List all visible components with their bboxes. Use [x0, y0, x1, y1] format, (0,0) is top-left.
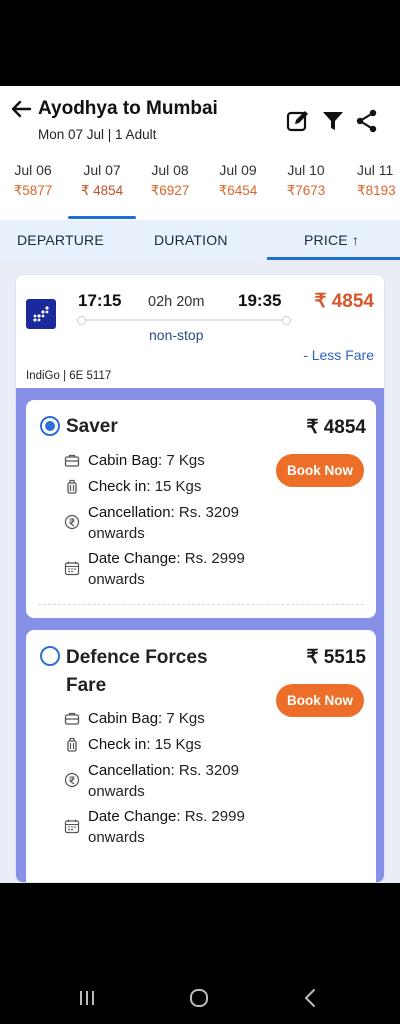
- sort-bar: DEPARTURE DURATION PRICE ↑: [0, 220, 400, 260]
- sort-duration[interactable]: DURATION: [154, 232, 228, 248]
- date-change-label: Date Change:: [88, 550, 181, 567]
- fare-option-defence-forces[interactable]: Defence Forces Fare ₹ 5515 Book Now Cabi…: [26, 630, 376, 882]
- check-in-label: Check in:: [88, 736, 151, 753]
- back-nav-icon[interactable]: [300, 987, 320, 1009]
- cabin-bag-value: 7 Kgs: [166, 452, 205, 469]
- fare-price: ₹ 4854: [306, 417, 366, 438]
- date-tab[interactable]: Jul 11 ₹8193: [342, 162, 400, 199]
- date-label: Jul 11: [357, 162, 394, 178]
- divider: [38, 604, 364, 605]
- edit-button[interactable]: [285, 108, 311, 134]
- edit-icon: [286, 111, 308, 132]
- page-title: Ayodhya to Mumbai: [38, 98, 218, 119]
- sort-departure[interactable]: DEPARTURE: [17, 232, 104, 248]
- date-change-row: Date Change: Rs. 2999 onwards: [64, 548, 284, 590]
- arrival-time: 19:35: [238, 291, 282, 310]
- check-in-value: 15 Kgs: [154, 478, 202, 495]
- cancellation-row: Cancellation: Rs. 3209 onwards: [64, 502, 284, 544]
- check-in-row: Check in: 15 Kgs: [64, 476, 284, 497]
- flight-results-screen: Ayodhya to Mumbai Mon 07 Jul | 1 Adult J…: [0, 86, 400, 883]
- fare-radio[interactable]: [40, 646, 60, 666]
- cabin-bag-row: Cabin Bag: 7 Kgs: [64, 450, 284, 471]
- cabin-bag-icon: [64, 454, 80, 467]
- fare-radio-selected[interactable]: [40, 416, 60, 436]
- route-line: [77, 316, 291, 325]
- fare-name: Defence Forces Fare: [66, 647, 208, 696]
- cabin-bag-value: 7 Kgs: [166, 710, 205, 727]
- date-price: ₹5877: [13, 183, 53, 198]
- flight-card[interactable]: 17:15 02h 20m 19:35 ₹ 4854 non-stop - Le…: [15, 274, 385, 883]
- date-label: Jul 07: [83, 162, 121, 178]
- check-in-label: Check in:: [88, 478, 151, 495]
- filter-icon: [323, 112, 343, 130]
- luggage-icon: [67, 737, 77, 752]
- date-change-row: Date Change: Rs. 2999 onwards: [64, 806, 284, 848]
- arrow-left-icon: [11, 100, 32, 118]
- date-change-label: Date Change:: [88, 808, 181, 825]
- less-fare-tag: - Less Fare: [303, 347, 374, 363]
- cancellation-label: Cancellation:: [88, 762, 175, 779]
- date-price: ₹6927: [150, 183, 190, 198]
- cancellation-row: Cancellation: Rs. 3209 onwards: [64, 760, 284, 802]
- departure-time: 17:15: [78, 291, 122, 310]
- airline-flight-number: IndiGo | 6E 5117: [26, 370, 112, 382]
- recent-apps-icon[interactable]: [77, 988, 97, 1008]
- fare-options-panel: Saver ₹ 4854 Book Now Cabin Bag: 7 Kgs C: [16, 388, 384, 882]
- date-label: Jul 09: [219, 162, 257, 178]
- cabin-bag-row: Cabin Bag: 7 Kgs: [64, 708, 284, 729]
- date-tab[interactable]: Jul 10 ₹7673: [273, 162, 339, 199]
- sort-price[interactable]: PRICE ↑: [304, 232, 359, 248]
- date-label: Jul 06: [14, 162, 52, 178]
- fare-price: ₹ 5515: [306, 647, 366, 668]
- date-tab[interactable]: Jul 08 ₹6927: [137, 162, 203, 199]
- airline-logo: [26, 299, 56, 329]
- flight-duration: 02h 20m: [148, 294, 205, 310]
- date-label: Jul 10: [287, 162, 325, 178]
- book-now-button[interactable]: Book Now: [276, 454, 364, 487]
- share-icon: [356, 109, 377, 133]
- date-price: ₹7673: [286, 183, 326, 198]
- cancellation-label: Cancellation:: [88, 504, 175, 521]
- date-tab[interactable]: Jul 09 ₹6454: [205, 162, 271, 199]
- trip-summary: Mon 07 Jul | 1 Adult: [38, 127, 157, 142]
- cabin-bag-label: Cabin Bag:: [88, 710, 163, 727]
- selected-date-indicator: [68, 216, 136, 219]
- check-in-value: 15 Kgs: [154, 736, 202, 753]
- cabin-bag-icon: [64, 712, 80, 725]
- rupee-circle-icon: [64, 772, 80, 788]
- date-label: Jul 08: [151, 162, 189, 178]
- status-bar: [0, 0, 400, 86]
- home-icon[interactable]: [188, 987, 210, 1009]
- book-now-button[interactable]: Book Now: [276, 684, 364, 717]
- indigo-logo-icon: [33, 306, 49, 322]
- filter-button[interactable]: [320, 108, 346, 134]
- date-price: ₹6454: [218, 183, 258, 198]
- rupee-circle-icon: [64, 514, 80, 530]
- calendar-icon: [64, 819, 80, 834]
- date-tab[interactable]: Jul 06 ₹5877: [0, 162, 66, 199]
- date-selector: Jul 06 ₹5877 Jul 07 ₹ 4854 Jul 08 ₹6927 …: [0, 156, 400, 220]
- fare-name: Saver: [66, 416, 118, 437]
- stops-label: non-stop: [149, 327, 204, 343]
- back-button[interactable]: [10, 98, 34, 122]
- flight-price: ₹ 4854: [314, 291, 374, 312]
- share-button[interactable]: [354, 108, 380, 134]
- fare-option-saver[interactable]: Saver ₹ 4854 Book Now Cabin Bag: 7 Kgs C: [26, 400, 376, 618]
- date-price: ₹ 4854: [80, 183, 124, 198]
- cabin-bag-label: Cabin Bag:: [88, 452, 163, 469]
- luggage-icon: [67, 479, 77, 494]
- header: Ayodhya to Mumbai Mon 07 Jul | 1 Adult: [0, 86, 400, 156]
- check-in-row: Check in: 15 Kgs: [64, 734, 284, 755]
- calendar-icon: [64, 561, 80, 576]
- date-price: ₹8193: [357, 183, 396, 198]
- date-tab-selected[interactable]: Jul 07 ₹ 4854: [69, 162, 135, 199]
